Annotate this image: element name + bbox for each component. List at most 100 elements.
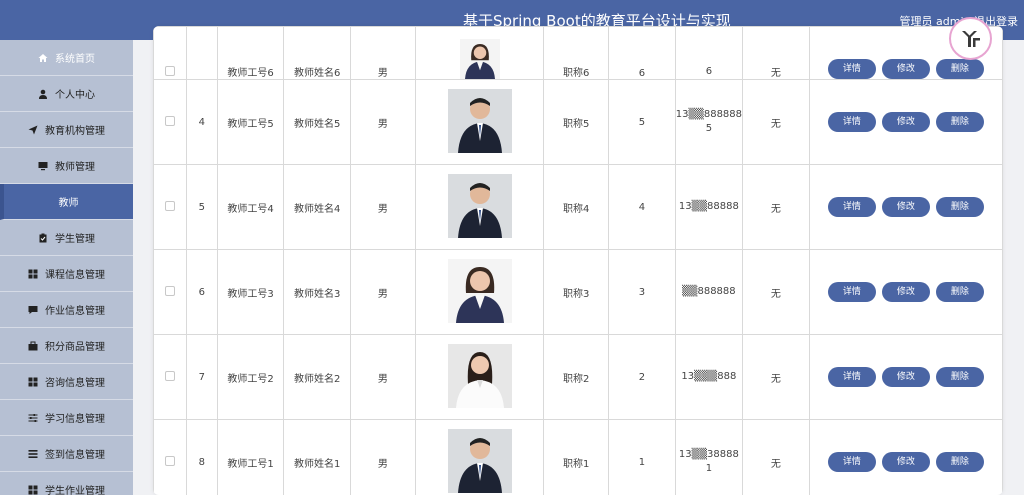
title-cell: 职称6	[543, 26, 610, 80]
photo-cell	[414, 334, 545, 420]
table-row: 7 教师工号2 教师姓名2 男 职称2 2 13▒▒▒888 无详情 修改 删除	[153, 334, 1003, 420]
phone-number: 13▒▒▒888	[681, 371, 737, 382]
delete-button[interactable]: 删除	[935, 112, 984, 132]
sidebar-item-profile[interactable]: 个人中心	[0, 76, 133, 112]
sidebar-item-checkin[interactable]: 签到信息管理	[0, 436, 133, 472]
send-icon	[28, 125, 38, 135]
teacher-id-cell: 教师工号2	[216, 334, 285, 420]
teacher-id-cell: 教师工号4	[216, 164, 285, 250]
sidebar-item-label: 个人中心	[55, 90, 95, 101]
sidebar-item-label: 签到信息管理	[45, 450, 105, 461]
delete-button[interactable]: 删除	[935, 197, 984, 217]
delete-button[interactable]: 删除	[935, 282, 984, 302]
sidebar-item-home[interactable]: 系统首页	[0, 40, 133, 76]
edit-button[interactable]: 修改	[881, 59, 930, 79]
table-row: 4 教师工号5 教师姓名5 男职称5 5 13▒▒888888 5 无详情 修改 删除	[153, 79, 1003, 165]
row-checkbox[interactable]	[164, 200, 175, 211]
level-cell: 6	[608, 26, 676, 80]
teacher-photo	[447, 88, 512, 153]
phone-cell: 13▒▒38888 1	[674, 419, 744, 495]
title-cell: 职称1	[543, 419, 610, 495]
edit-button[interactable]: 修改	[881, 452, 930, 472]
level-cell: 1	[608, 419, 676, 495]
table-row: 8 教师工号1 教师姓名1 男职称1 1 13▒▒38888 1 无详情 修改 删除	[153, 419, 1003, 495]
phone-cell: ▒▒888888	[674, 249, 744, 335]
edit-button[interactable]: 修改	[881, 197, 930, 217]
sidebar-item-learning[interactable]: 学习信息管理	[0, 400, 133, 436]
edit-button[interactable]: 修改	[881, 367, 930, 387]
level-cell: 5	[608, 79, 676, 165]
title-cell: 职称5	[543, 79, 610, 165]
edit-button[interactable]: 修改	[881, 112, 930, 132]
gender-cell: 男	[350, 419, 416, 495]
grid-icon	[28, 485, 38, 495]
remark-cell: 无	[742, 26, 810, 80]
photo-cell	[414, 79, 545, 165]
detail-button[interactable]: 详情	[827, 282, 876, 302]
detail-button[interactable]: 详情	[827, 59, 876, 79]
checkbox-cell[interactable]	[153, 79, 187, 165]
phone-number: 13▒▒888888	[675, 109, 743, 120]
sidebar-item-label: 学习信息管理	[45, 414, 105, 425]
actions-cell: 详情 修改 删除	[808, 164, 1003, 250]
sidebar-item-consultation[interactable]: 咨询信息管理	[0, 364, 133, 400]
detail-button[interactable]: 详情	[827, 452, 876, 472]
row-checkbox[interactable]	[164, 115, 175, 126]
checkbox-cell[interactable]	[153, 26, 187, 80]
phone-cell: 6	[674, 26, 744, 80]
sidebar-item-institutions[interactable]: 教育机构管理	[0, 112, 133, 148]
level-cell: 4	[608, 164, 676, 250]
sidebar-item-label: 系统首页	[55, 54, 95, 65]
teacher-name-cell: 教师姓名5	[283, 79, 352, 165]
site-logo	[949, 17, 992, 60]
checkbox-cell[interactable]	[153, 249, 187, 335]
checkbox-cell[interactable]	[153, 164, 187, 250]
teacher-name-cell: 教师姓名4	[283, 164, 352, 250]
phone-number: 13▒▒38888	[678, 449, 739, 460]
index-cell: 6	[185, 249, 218, 335]
title-cell: 职称2	[543, 334, 610, 420]
sidebar-item-label: 教育机构管理	[45, 126, 105, 137]
checkbox-cell[interactable]	[153, 334, 187, 420]
sidebar-item-label: 学生作业管理	[45, 486, 105, 495]
teacher-photo	[447, 428, 512, 493]
sidebar-item-points-goods[interactable]: 积分商品管理	[0, 328, 133, 364]
sidebar-item-teachers[interactable]: 教师管理	[0, 148, 133, 184]
sidebar-item-homework[interactable]: 作业信息管理	[0, 292, 133, 328]
teacher-id-cell: 教师工号6	[216, 26, 285, 80]
clipboard-icon	[38, 233, 48, 243]
edit-button[interactable]: 修改	[881, 282, 930, 302]
sidebar-subitem-teacher[interactable]: 教师	[0, 184, 133, 220]
teacher-name-cell: 教师姓名3	[283, 249, 352, 335]
teacher-photo	[447, 343, 512, 408]
index-cell	[185, 26, 218, 80]
sidebar-item-courses[interactable]: 课程信息管理	[0, 256, 133, 292]
row-checkbox[interactable]	[164, 455, 175, 466]
index-cell: 5	[185, 164, 218, 250]
teacher-id-cell: 教师工号1	[216, 419, 285, 495]
delete-button[interactable]: 删除	[935, 59, 984, 79]
sidebar: 系统首页 个人中心 教育机构管理 教师管理 教师 学生管理 课程信息管理 作业信…	[0, 40, 133, 495]
phone-number: ▒▒888888	[682, 286, 736, 297]
sidebar-item-students[interactable]: 学生管理	[0, 220, 133, 256]
checkbox-cell[interactable]	[153, 419, 187, 495]
detail-button[interactable]: 详情	[827, 112, 876, 132]
sidebar-item-label: 教师管理	[55, 162, 95, 173]
row-checkbox[interactable]	[164, 66, 175, 76]
teacher-table-panel: 教师工号6 教师姓名6 男职称6 6 6 无详情 修改 删除 4 教师工号5 教师姓名5 男职称5 5 1…	[153, 26, 1003, 495]
row-checkbox[interactable]	[164, 285, 175, 296]
delete-button[interactable]: 删除	[935, 452, 984, 472]
remark-cell: 无	[742, 419, 810, 495]
teacher-table: 教师工号6 教师姓名6 男职称6 6 6 无详情 修改 删除 4 教师工号5 教师姓名5 男职称5 5 1…	[153, 26, 1003, 495]
phone-number: 13▒▒88888	[678, 201, 739, 212]
detail-button[interactable]: 详情	[827, 197, 876, 217]
teacher-name-cell: 教师姓名1	[283, 419, 352, 495]
table-row: 教师工号6 教师姓名6 男职称6 6 6 无详情 修改 删除	[153, 26, 1003, 80]
delete-button[interactable]: 删除	[935, 367, 984, 387]
sidebar-item-student-homework[interactable]: 学生作业管理	[0, 472, 133, 495]
row-checkbox[interactable]	[164, 370, 175, 381]
teacher-id-cell: 教师工号5	[216, 79, 285, 165]
detail-button[interactable]: 详情	[827, 367, 876, 387]
teacher-photo	[447, 173, 512, 238]
actions-cell: 详情 修改 删除	[808, 79, 1003, 165]
